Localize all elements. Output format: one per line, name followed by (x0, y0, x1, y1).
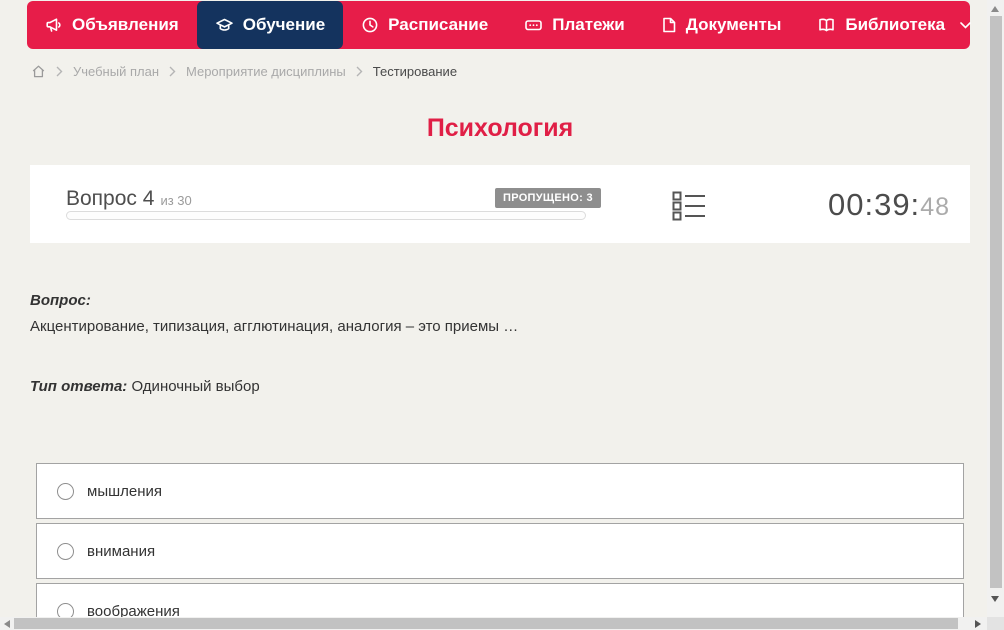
nav-item-documents[interactable]: Документы (643, 1, 800, 49)
answer-type-value: Одиночный выбор (131, 378, 260, 395)
question-text: Акцентирование, типизация, агглютинация,… (30, 318, 519, 335)
question-card: Вопрос 4 из 30 ПРОПУЩЕНО: 3 00:39:48 (30, 165, 970, 243)
skipped-badge: ПРОПУЩЕНО: 3 (495, 188, 601, 208)
scroll-up-arrow-icon[interactable] (991, 6, 999, 12)
graduation-cap-icon (215, 18, 233, 31)
page-title: Психология (426, 114, 574, 142)
nav-item-learning[interactable]: Обучение (196, 1, 344, 49)
nav-label: Обучение (242, 15, 326, 34)
chevron-down-icon (960, 21, 971, 29)
chevron-right-icon (356, 66, 363, 77)
answer-type-line: Тип ответа: Одиночный выбор (30, 378, 260, 395)
scroll-right-arrow-icon[interactable] (975, 620, 981, 628)
horizontal-scrollbar[interactable] (0, 617, 987, 630)
breadcrumb-item-study-plan[interactable]: Учебный план (73, 64, 159, 79)
scroll-left-arrow-icon[interactable] (4, 620, 10, 628)
answer-option-thinking[interactable]: мышления (36, 463, 964, 519)
chevron-right-icon (56, 66, 63, 77)
quiz-page: Объявления Обучение Расписание Платежи Д… (0, 0, 1004, 630)
breadcrumb: Учебный план Мероприятие дисциплины Тест… (31, 64, 457, 79)
banknote-icon (525, 20, 543, 31)
question-of-label: из 30 (160, 193, 192, 208)
nav-label: Библиотека (845, 15, 946, 34)
breadcrumb-item-discipline-event[interactable]: Мероприятие дисциплины (186, 64, 346, 79)
question-list-icon[interactable] (672, 190, 706, 222)
megaphone-icon (46, 18, 61, 32)
book-icon (819, 18, 835, 32)
question-number-label: Вопрос 4 (66, 187, 155, 210)
nav-item-payments[interactable]: Платежи (506, 1, 643, 49)
radio-button-icon[interactable] (57, 542, 74, 560)
radio-button-icon[interactable] (57, 482, 74, 500)
answer-option-label: внимания (87, 542, 156, 560)
nav-label: Документы (685, 15, 782, 34)
answer-option-label: мышления (87, 482, 163, 500)
home-icon[interactable] (31, 64, 46, 79)
document-icon (662, 17, 676, 33)
nav-label: Объявления (72, 15, 179, 34)
answer-type-label: Тип ответа: (30, 378, 128, 395)
timer-hours-minutes: 00:39: (827, 187, 921, 222)
nav-item-announcements[interactable]: Объявления (27, 1, 197, 49)
question-heading: Вопрос: (30, 292, 91, 309)
timer-seconds: 48 (920, 193, 950, 221)
nav-item-schedule[interactable]: Расписание (343, 1, 506, 49)
scrollbar-corner (987, 617, 1004, 630)
answer-option-attention[interactable]: внимания (36, 523, 964, 579)
scroll-down-arrow-icon[interactable] (991, 596, 999, 602)
timer: 00:39:48 (828, 187, 950, 223)
horizontal-scrollbar-thumb[interactable] (14, 618, 958, 629)
question-progress-bar (66, 211, 586, 220)
clock-icon (362, 17, 378, 33)
breadcrumb-item-testing: Тестирование (372, 64, 458, 79)
top-navbar: Объявления Обучение Расписание Платежи Д… (27, 1, 971, 49)
vertical-scrollbar-thumb[interactable] (990, 16, 1002, 588)
vertical-scrollbar[interactable] (987, 0, 1004, 617)
nav-label: Расписание (388, 15, 489, 34)
nav-label: Платежи (552, 15, 625, 34)
chevron-right-icon (169, 66, 176, 77)
question-number: Вопрос 4 из 30 (66, 187, 192, 211)
nav-item-library[interactable]: Библиотека (799, 1, 989, 49)
